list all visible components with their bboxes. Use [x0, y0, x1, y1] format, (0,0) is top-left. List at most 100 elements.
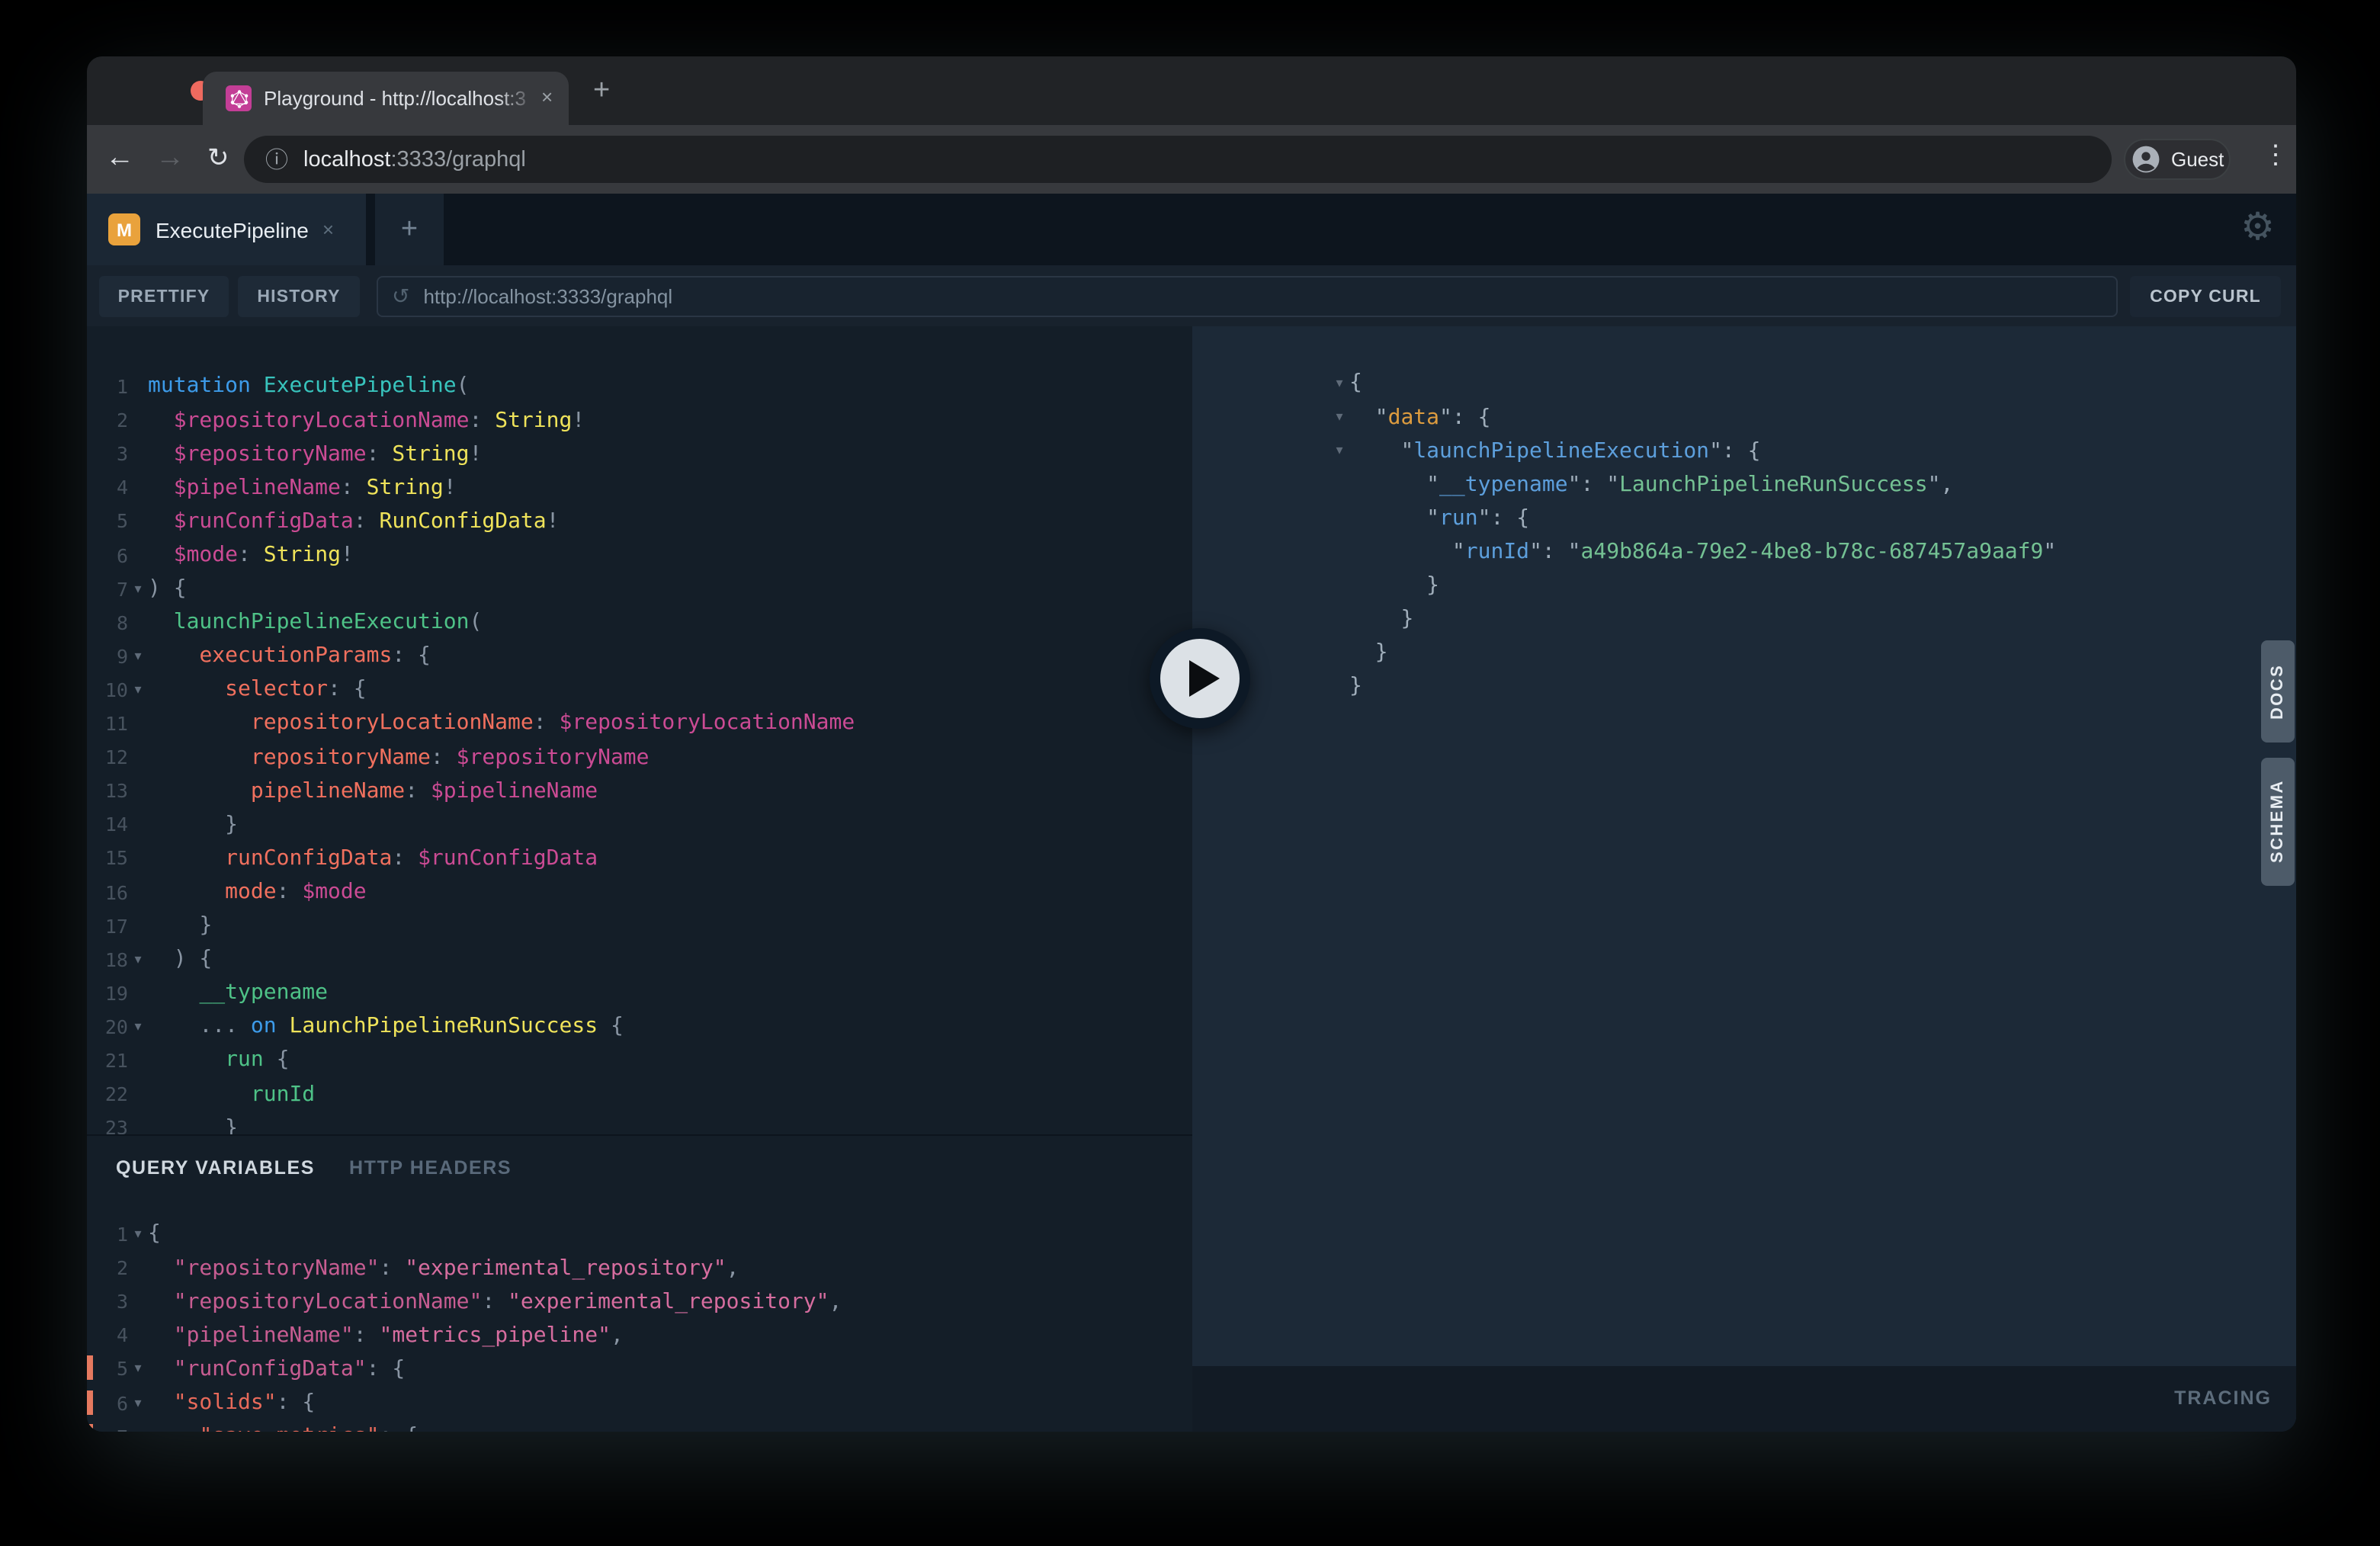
fold-arrow-icon[interactable]: ▾	[1330, 442, 1349, 459]
code-line: 1mutation ExecutePipeline(	[87, 369, 1192, 404]
code-text: __typename	[148, 977, 328, 1010]
browser-menu-icon[interactable]: ⋮	[2263, 140, 2289, 171]
reload-icon[interactable]: ↻	[207, 142, 229, 175]
browser-tab[interactable]: Playground - http://localhost:3 ×	[203, 72, 569, 125]
endpoint-url: http://localhost:3333/graphql	[423, 285, 672, 308]
screenshot-stage: Playground - http://localhost:3 × + ← → …	[0, 0, 2380, 1546]
line-number: 5	[87, 510, 128, 533]
profile-button[interactable]: Guest	[2124, 139, 2231, 180]
line-number: 4	[87, 1324, 128, 1347]
fold-arrow-icon[interactable]: ▾	[128, 682, 148, 698]
code-text: }	[1349, 637, 1388, 670]
address-bar[interactable]: ⓘ localhost:3333/graphql	[244, 136, 2112, 183]
code-line: 8 launchPipelineExecution(	[87, 605, 1192, 640]
undo-icon[interactable]: ↺	[392, 284, 409, 310]
browser-window: Playground - http://localhost:3 × + ← → …	[87, 56, 2296, 1432]
execute-button[interactable]	[1150, 628, 1250, 729]
code-text: "repositoryLocationName": "experimental_…	[148, 1285, 842, 1318]
line-number: 11	[87, 712, 128, 735]
line-number: 10	[87, 678, 128, 701]
query-editor[interactable]: 1mutation ExecutePipeline(2 $repositoryL…	[87, 326, 1192, 1134]
code-text: "data": {	[1349, 400, 1490, 434]
fold-arrow-icon[interactable]: ▾	[128, 951, 148, 967]
playground-tab-close-icon[interactable]: ×	[322, 218, 334, 241]
line-number: 23	[87, 1116, 128, 1134]
line-number: 18	[87, 948, 128, 970]
code-text: executionParams: {	[148, 640, 431, 673]
playground-new-tab-button[interactable]: +	[375, 194, 444, 265]
endpoint-field[interactable]: ↺ http://localhost:3333/graphql	[377, 276, 2118, 317]
code-line: 10▾ selector: {	[87, 672, 1192, 707]
code-text: }	[1349, 602, 1413, 636]
back-icon[interactable]: ←	[105, 142, 134, 175]
fold-arrow-icon[interactable]: ▾	[128, 648, 148, 665]
code-text: run {	[148, 1044, 289, 1077]
prettify-button[interactable]: PRETTIFY	[99, 276, 229, 317]
docs-side-tab[interactable]: DOCS	[2261, 640, 2295, 743]
code-text: "__typename": "LaunchPipelineRunSuccess"…	[1349, 468, 1953, 502]
code-line: 20▾ ... on LaunchPipelineRunSuccess {	[87, 1009, 1192, 1044]
fold-arrow-icon[interactable]: ▾	[128, 1394, 148, 1411]
code-line: 7▾ "save_metrics": {	[87, 1419, 1192, 1432]
tracing-button[interactable]: TRACING	[2174, 1387, 2272, 1409]
settings-gear-icon[interactable]: ⚙	[2240, 204, 2275, 250]
line-number: 19	[87, 982, 128, 1005]
code-text: "save_metrics": {	[148, 1419, 418, 1432]
tab-close-icon[interactable]: ×	[541, 85, 553, 108]
code-text: }	[1349, 670, 1362, 704]
code-text: ) {	[148, 572, 187, 605]
code-line: 3 "repositoryLocationName": "experimenta…	[87, 1284, 1192, 1319]
editor-area: 1mutation ExecutePipeline(2 $repositoryL…	[87, 326, 2296, 1432]
fold-arrow-icon[interactable]: ▾	[128, 1018, 148, 1035]
playground-toolbar: PRETTIFY HISTORY ↺ http://localhost:3333…	[87, 265, 2296, 326]
fold-arrow-icon[interactable]: ▾	[128, 1428, 148, 1432]
code-text: "solids": {	[148, 1386, 315, 1419]
line-number: 7	[87, 577, 128, 600]
line-number: 6	[87, 1391, 128, 1414]
code-text: "launchPipelineExecution": {	[1349, 434, 1761, 467]
code-text: pipelineName: $pipelineName	[148, 774, 598, 807]
fold-arrow-icon[interactable]: ▾	[128, 580, 148, 597]
fold-arrow-icon[interactable]: ▾	[1330, 375, 1349, 392]
code-text: $mode: String!	[148, 538, 354, 572]
code-line: 23 }	[87, 1110, 1192, 1134]
line-number: 12	[87, 746, 128, 768]
fold-arrow-icon[interactable]: ▾	[128, 1226, 148, 1243]
history-button[interactable]: HISTORY	[238, 276, 360, 317]
code-line: 4 "pipelineName": "metrics_pipeline",	[87, 1318, 1192, 1353]
code-text: }	[1349, 569, 1439, 602]
avatar-icon	[2131, 145, 2160, 174]
plus-icon: +	[401, 213, 418, 246]
code-text: {	[1349, 367, 1362, 400]
new-tab-icon[interactable]: +	[593, 81, 610, 102]
code-text: launchPipelineExecution(	[148, 605, 482, 639]
variables-editor[interactable]: 1▾{2 "repositoryName": "experimental_rep…	[87, 1136, 1192, 1432]
copy-curl-button[interactable]: COPY CURL	[2130, 276, 2281, 317]
code-line: 13 pipelineName: $pipelineName	[87, 773, 1192, 808]
code-line: 6 $mode: String!	[87, 537, 1192, 573]
site-info-icon[interactable]: ⓘ	[265, 143, 288, 175]
lint-marker-icon	[87, 1356, 93, 1381]
code-text: ) {	[148, 942, 212, 976]
code-text: "repositoryName": "experimental_reposito…	[148, 1251, 739, 1285]
code-line: }	[1192, 669, 2296, 704]
graphql-favicon-icon	[226, 85, 252, 111]
code-line: 14 }	[87, 807, 1192, 842]
line-number: 14	[87, 813, 128, 836]
code-line: 3 $repositoryName: String!	[87, 436, 1192, 471]
playground-tab-executepipeline[interactable]: M ExecutePipeline ×	[87, 194, 366, 265]
schema-side-tab[interactable]: SCHEMA	[2261, 758, 2295, 886]
forward-icon[interactable]: →	[156, 142, 184, 175]
browser-tab-title: Playground - http://localhost:3	[264, 87, 535, 113]
line-number: 13	[87, 779, 128, 802]
code-line: 5 $runConfigData: RunConfigData!	[87, 504, 1192, 539]
code-text: runId	[148, 1077, 315, 1111]
fold-arrow-icon[interactable]: ▾	[1330, 409, 1349, 425]
code-line: 11 repositoryLocationName: $repositoryLo…	[87, 706, 1192, 741]
response-viewer[interactable]: ▾{▾ "data": {▾ "launchPipelineExecution"…	[1192, 326, 2296, 1366]
fold-arrow-icon[interactable]: ▾	[128, 1361, 148, 1378]
line-number: 3	[87, 442, 128, 465]
browser-toolbar: ← → ↻ ⓘ localhost:3333/graphql Guest ⋮	[87, 125, 2296, 194]
code-text: runConfigData: $runConfigData	[148, 842, 598, 875]
code-text: ... on LaunchPipelineRunSuccess {	[148, 1010, 624, 1044]
